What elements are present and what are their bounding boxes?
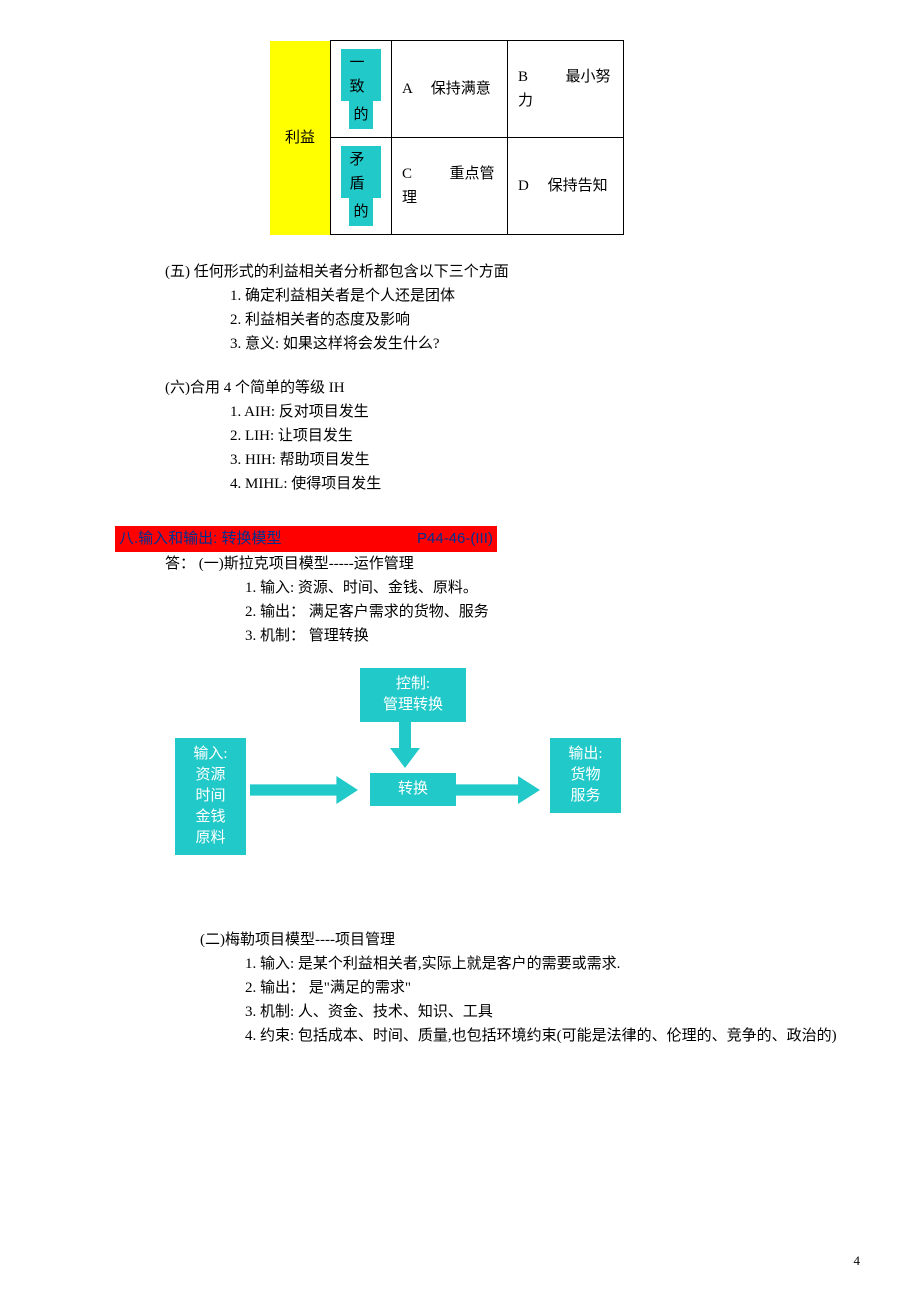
list-item: 2. 输出： 满足客户需求的货物、服务: [245, 600, 860, 624]
arrow-right-icon: [452, 776, 540, 804]
list-item: 4. MIHL: 使得项目发生: [230, 472, 860, 496]
list-item: 2. 利益相关者的态度及影响: [230, 308, 860, 332]
arrow-down-icon: [390, 718, 420, 768]
stakeholder-matrix: 利益 一致的 A 保持满意 B 最小努力 矛盾的 C 重点管理 D 保持告知: [270, 40, 624, 235]
arrow-right-icon: [250, 776, 358, 804]
red-header-right: P44-46-(III): [413, 526, 497, 552]
list-item: 1. 确定利益相关者是个人还是团体: [230, 284, 860, 308]
matrix-left-header: 利益: [270, 41, 331, 235]
list-item: 1. 输入: 资源、时间、金钱、原料。: [245, 576, 860, 600]
diagram-input-box: 输入:资源时间金钱原料: [175, 738, 246, 855]
section-eight-header: 八.输入和输出: 转换模型P44-46-(III): [115, 526, 860, 552]
list-item: 1. 输入: 是某个利益相关者,实际上就是客户的需要或需求.: [245, 952, 860, 976]
list-item: 3. 机制： 管理转换: [245, 624, 860, 648]
list-item: 3. HIH: 帮助项目发生: [230, 448, 860, 472]
matrix-cell-b: B 最小努力: [508, 41, 624, 138]
matrix-cell-a: A 保持满意: [392, 41, 508, 138]
matrix-row1-sub: 一致的: [331, 41, 392, 138]
page-number: 4: [854, 1251, 861, 1272]
matrix-row2-sub: 矛盾的: [331, 138, 392, 235]
section-six: (六)合用 4 个简单的等级 IH 1. AIH: 反对项目发生 2. LIH:…: [90, 376, 860, 496]
diagram-output-box: 输出:货物服务: [550, 738, 621, 813]
matrix-cell-c: C 重点管理: [392, 138, 508, 235]
list-item: 3. 意义: 如果这样将会发生什么?: [230, 332, 860, 356]
model-two: (二)梅勒项目模型----项目管理 1. 输入: 是某个利益相关者,实际上就是客…: [90, 928, 860, 1048]
section-five-title: (五) 任何形式的利益相关者分析都包含以下三个方面: [165, 260, 860, 284]
diagram-control-box: 控制:管理转换: [360, 668, 466, 722]
section-five: (五) 任何形式的利益相关者分析都包含以下三个方面 1. 确定利益相关者是个人还…: [90, 260, 860, 356]
list-item: 1. AIH: 反对项目发生: [230, 400, 860, 424]
diagram-transform-box: 转换: [370, 773, 456, 806]
list-item: 2. 输出： 是"满足的需求": [245, 976, 860, 1000]
list-item: 4. 约束: 包括成本、时间、质量,也包括环境约束(可能是法律的、伦理的、竞争的…: [245, 1024, 860, 1048]
model-one-title: 答： (一)斯拉克项目模型-----运作管理: [165, 552, 860, 576]
section-six-title: (六)合用 4 个简单的等级 IH: [165, 376, 860, 400]
model-two-title: (二)梅勒项目模型----项目管理: [200, 928, 860, 952]
list-item: 2. LIH: 让项目发生: [230, 424, 860, 448]
transform-diagram: 控制:管理转换 输入:资源时间金钱原料 转换 输出:货物服务: [90, 668, 860, 888]
list-item: 3. 机制: 人、资金、技术、知识、工具: [245, 1000, 860, 1024]
model-one: 答： (一)斯拉克项目模型-----运作管理 1. 输入: 资源、时间、金钱、原…: [90, 552, 860, 648]
red-header-left: 八.输入和输出: 转换模型: [115, 526, 413, 552]
matrix-cell-d: D 保持告知: [508, 138, 624, 235]
